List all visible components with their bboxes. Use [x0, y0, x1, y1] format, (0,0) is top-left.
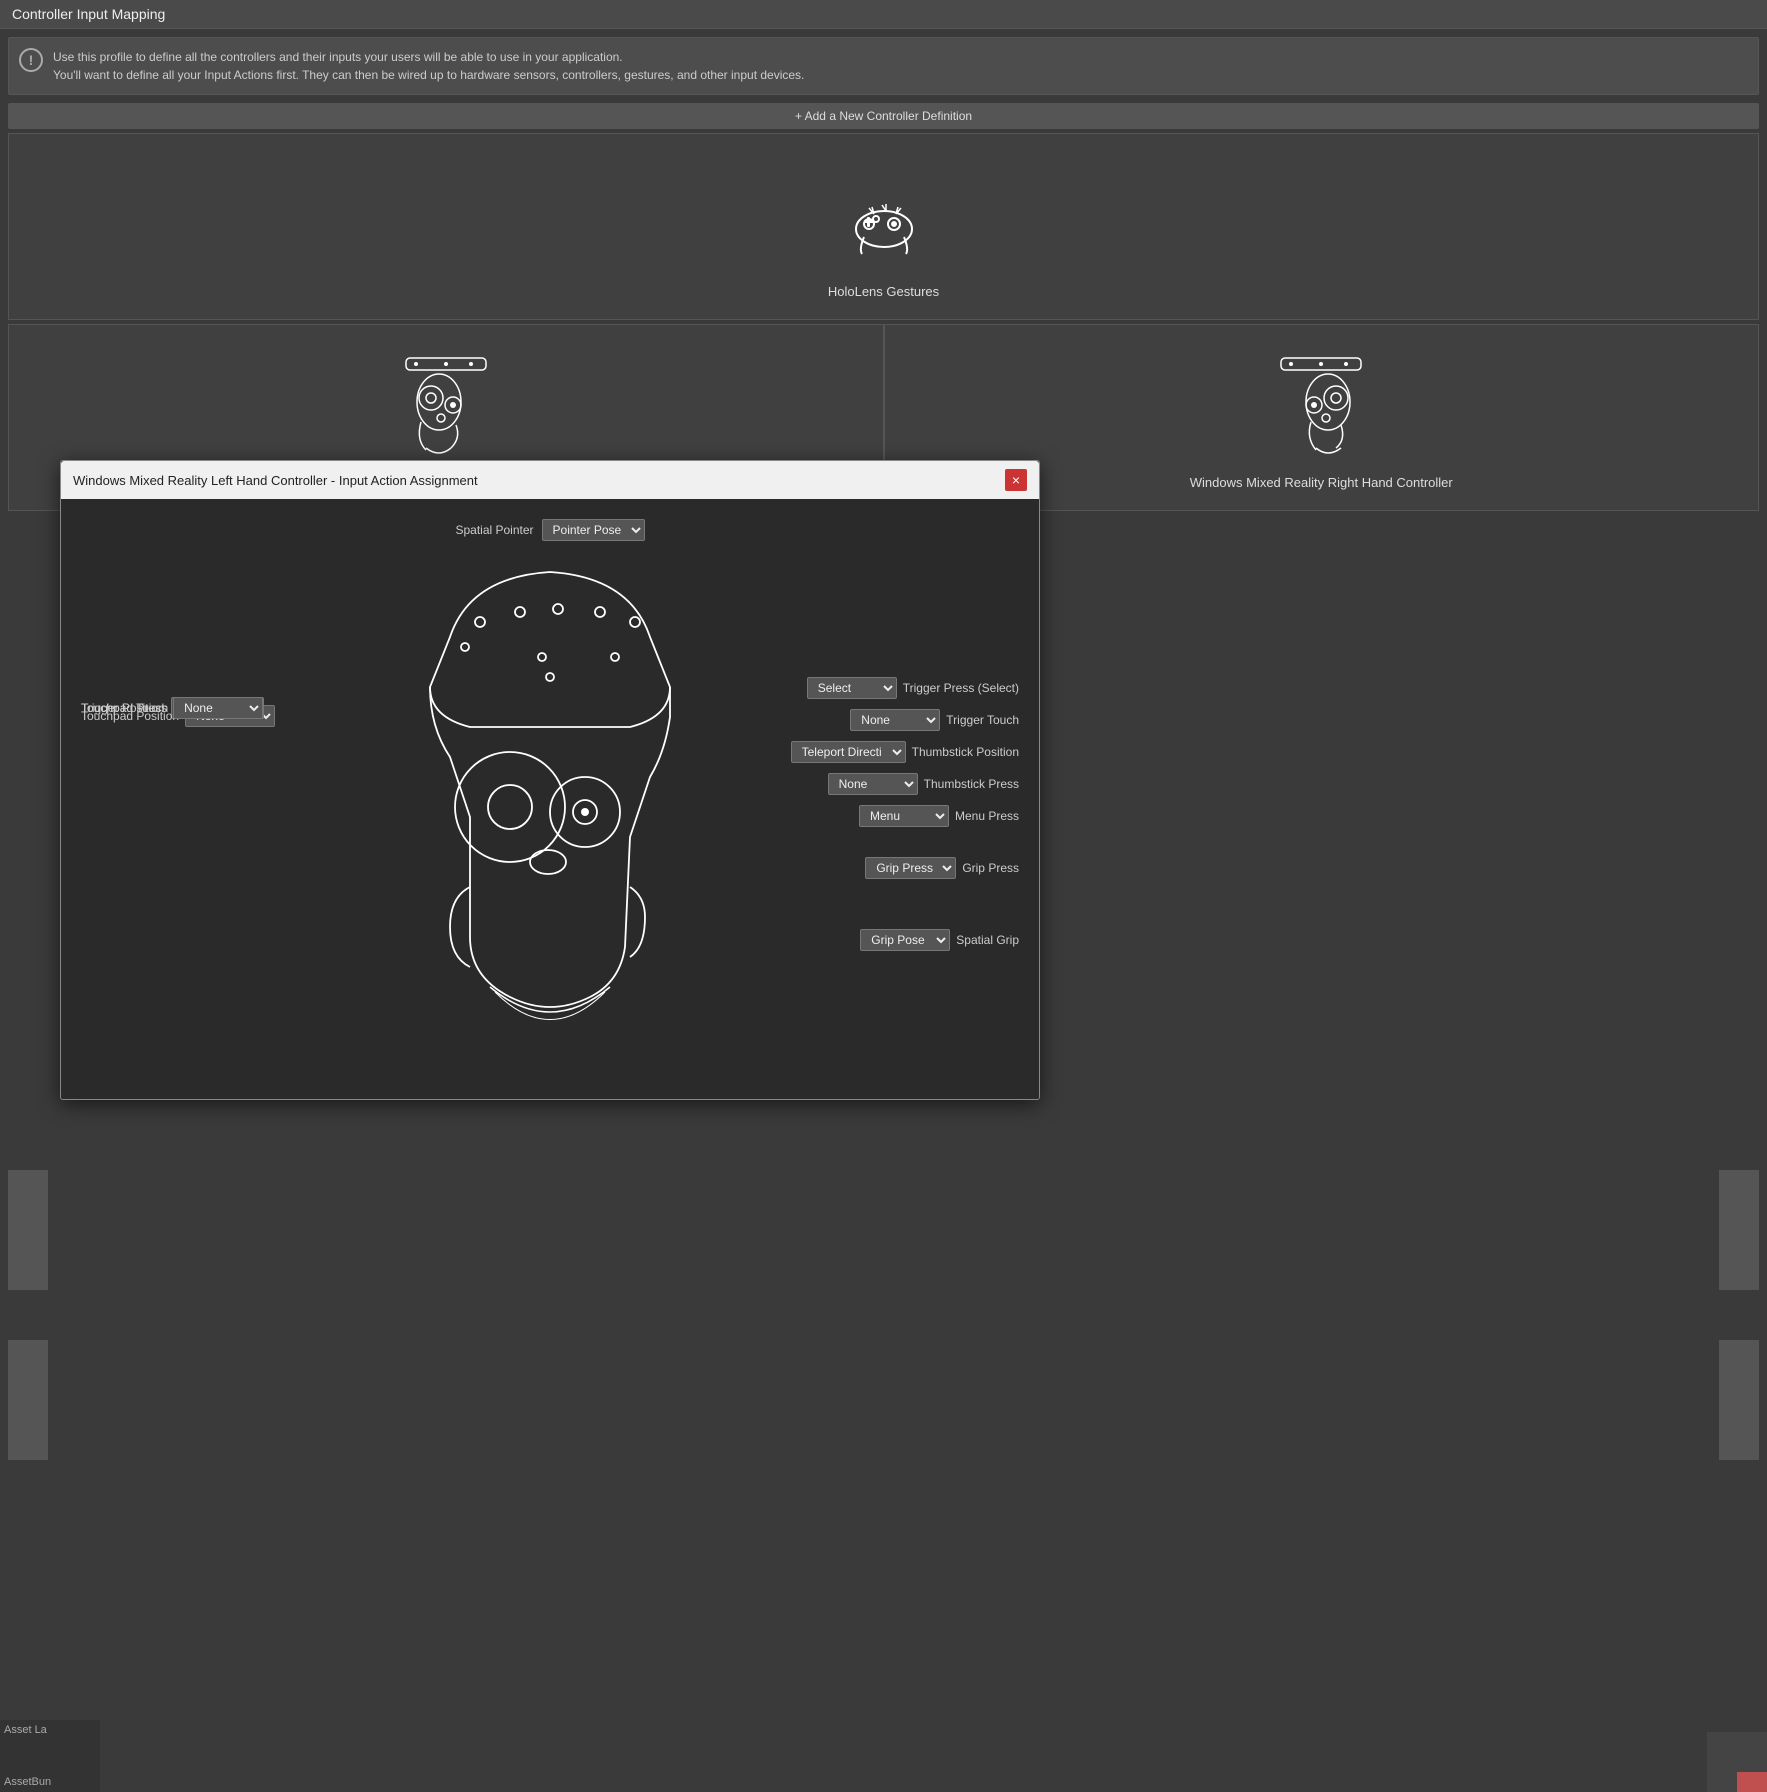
asset-panel-label: Asset La — [4, 1724, 96, 1736]
touchpad-press-select[interactable]: None — [173, 697, 263, 719]
controller-diagram-svg — [390, 557, 710, 1060]
bottom-right-indicator — [1737, 1772, 1767, 1792]
info-banner: ! Use this profile to define all the con… — [8, 37, 1759, 95]
thumbstick-position-row: Teleport Directi Thumbstick Position — [791, 741, 1019, 763]
hololens-label: HoloLens Gestures — [828, 284, 939, 299]
spatial-pointer-select[interactable]: Pointer Pose — [542, 519, 645, 541]
hololens-card[interactable]: HoloLens Gestures — [8, 133, 1759, 320]
trigger-press-label: Trigger Press (Select) — [903, 681, 1019, 695]
touchpad-press-row: Touchpad Press None — [81, 697, 263, 719]
thumbstick-press-label: Thumbstick Press — [924, 777, 1019, 791]
left-sidebar-panel-2 — [8, 1340, 48, 1460]
bottom-right-panel — [1707, 1732, 1767, 1792]
hololens-icon — [824, 154, 944, 274]
trigger-touch-select[interactable]: None — [850, 709, 940, 731]
touchpad-press-label: Touchpad Press — [81, 701, 167, 715]
page-title: Controller Input Mapping — [12, 6, 1755, 22]
spatial-pointer-row: Spatial Pointer Pointer Pose — [81, 519, 1019, 541]
menu-press-label: Menu Press — [955, 809, 1019, 823]
thumbstick-press-select[interactable]: None — [828, 773, 918, 795]
modal-close-button[interactable]: × — [1005, 469, 1027, 491]
trigger-press-select[interactable]: Select — [807, 677, 897, 699]
right-controller-label: Windows Mixed Reality Right Hand Control… — [1190, 475, 1453, 490]
trigger-press-row: Select Trigger Press (Select) — [807, 677, 1019, 699]
right-sidebar-panel-2 — [1719, 1340, 1759, 1460]
right-mappings: Select Trigger Press (Select) None Trigg… — [791, 677, 1019, 951]
asset-bundle-label: AssetBun — [4, 1776, 96, 1788]
trigger-touch-label: Trigger Touch — [946, 713, 1019, 727]
info-line1: Use this profile to define all the contr… — [53, 48, 1746, 66]
modal-body: Spatial Pointer Pointer Pose Trigger Pos… — [61, 499, 1039, 1099]
trigger-touch-row: None Trigger Touch — [850, 709, 1019, 731]
info-icon: ! — [19, 48, 43, 72]
spatial-grip-select[interactable]: Grip Pose — [860, 929, 950, 951]
controller-diagram: Trigger Position Trigger Touchpad Positi… — [81, 557, 1019, 1077]
page-header: Controller Input Mapping — [0, 0, 1767, 29]
spatial-grip-label: Spatial Grip — [956, 933, 1019, 947]
thumbstick-position-select[interactable]: Teleport Directi — [791, 741, 906, 763]
spatial-grip-row: Grip Pose Spatial Grip — [860, 929, 1019, 951]
thumbstick-position-label: Thumbstick Position — [912, 745, 1019, 759]
left-controller-icon — [386, 345, 506, 465]
menu-press-row: Menu Menu Press — [859, 805, 1019, 827]
menu-press-select[interactable]: Menu — [859, 805, 949, 827]
asset-panel: Asset La AssetBun — [0, 1720, 100, 1792]
left-sidebar-panel — [8, 1170, 48, 1290]
grip-press-label: Grip Press — [962, 861, 1019, 875]
thumbstick-press-row: None Thumbstick Press — [828, 773, 1019, 795]
right-sidebar-panel — [1719, 1170, 1759, 1290]
grip-press-row: Grip Press Grip Press — [865, 857, 1019, 879]
input-action-modal: Windows Mixed Reality Left Hand Controll… — [60, 460, 1040, 1100]
add-controller-button[interactable]: + Add a New Controller Definition — [8, 103, 1759, 129]
spatial-pointer-label: Spatial Pointer — [455, 523, 533, 537]
grip-press-select[interactable]: Grip Press — [865, 857, 956, 879]
right-controller-icon — [1261, 345, 1381, 465]
modal-header: Windows Mixed Reality Left Hand Controll… — [61, 461, 1039, 499]
info-line2: You'll want to define all your Input Act… — [53, 66, 1746, 84]
modal-title: Windows Mixed Reality Left Hand Controll… — [73, 473, 478, 488]
